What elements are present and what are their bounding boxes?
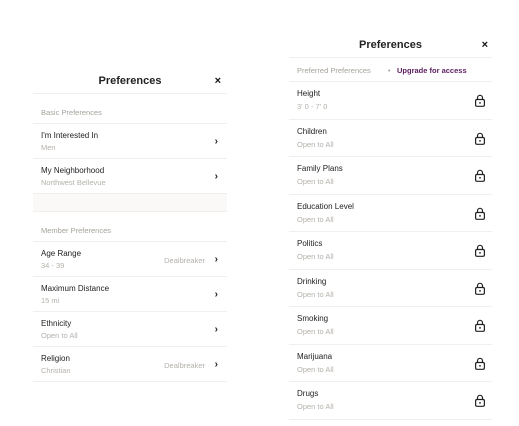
- pref-row-interested-in[interactable]: I'm Interested In Men ›: [33, 124, 227, 159]
- pref-name: Family Plans: [297, 164, 343, 173]
- locked-pref-row-education-level[interactable]: Education Level Open to All: [289, 195, 492, 232]
- section-label: Basic Preferences: [41, 108, 102, 117]
- pref-name: Smoking: [297, 314, 329, 323]
- panel-header: Preferences ×: [289, 32, 492, 58]
- pref-name: Height: [297, 89, 321, 98]
- pref-name: Marijuana: [297, 351, 333, 361]
- chevron-right-icon: ›: [214, 324, 218, 335]
- pref-row-ethnicity[interactable]: Ethnicity Open to All ›: [33, 312, 227, 347]
- pref-name: Drugs: [297, 389, 319, 398]
- pref-value: 34 - 39: [41, 261, 65, 270]
- pref-name: Age Range: [41, 249, 82, 258]
- lock-icon: [474, 207, 486, 220]
- pref-value: 15 mi: [41, 296, 60, 305]
- close-icon[interactable]: ×: [482, 39, 488, 51]
- pref-value: Christian: [41, 366, 71, 375]
- basic-preferences-section: Basic Preferences: [33, 94, 227, 124]
- lock-icon: [474, 282, 486, 295]
- chevron-right-icon: ›: [214, 136, 218, 147]
- close-icon[interactable]: ×: [215, 75, 221, 87]
- locked-pref-row-family-plans[interactable]: Family Plans Open to All: [289, 157, 492, 195]
- pref-row-religion[interactable]: Religion Christian Dealbreaker ›: [33, 347, 227, 382]
- pref-value: Open to All: [297, 327, 334, 336]
- pref-name: Drinking: [297, 276, 327, 286]
- pref-name: Ethnicity: [41, 319, 72, 328]
- chevron-right-icon: ›: [214, 289, 218, 300]
- locked-pref-row-drugs[interactable]: Drugs Open to All: [289, 382, 492, 420]
- section-label: Preferred Preferences: [297, 66, 371, 75]
- dealbreaker-label: Dealbreaker: [164, 256, 205, 265]
- pref-name: I'm Interested In: [41, 131, 99, 140]
- section-label: Member Preferences: [41, 226, 112, 235]
- member-preferences-section: Member Preferences: [33, 212, 227, 242]
- pref-name: Maximum Distance: [41, 284, 110, 293]
- pref-value: Northwest Bellevue: [41, 178, 106, 187]
- page-title: Preferences: [98, 75, 162, 87]
- preferred-preferences-header: Preferred Preferences • Upgrade for acce…: [289, 58, 492, 82]
- pref-row-maximum-distance[interactable]: Maximum Distance 15 mi ›: [33, 277, 227, 312]
- chevron-right-icon: ›: [214, 171, 218, 182]
- pref-value: Open to All: [297, 177, 334, 186]
- pref-row-neighborhood[interactable]: My Neighborhood Northwest Bellevue ›: [33, 159, 227, 194]
- pref-name: Politics: [297, 239, 323, 248]
- pref-value: Open to All: [297, 139, 334, 149]
- locked-pref-row-height[interactable]: Height 3' 0 - 7' 0: [289, 82, 492, 120]
- pref-value: Open to All: [297, 214, 334, 224]
- pref-name: Children: [297, 126, 327, 136]
- lock-icon: [474, 394, 486, 407]
- lock-icon: [474, 357, 486, 370]
- lock-icon: [474, 319, 486, 332]
- locked-pref-row-children[interactable]: Children Open to All: [289, 120, 492, 157]
- pref-value: Open to All: [41, 331, 78, 340]
- lock-icon: [474, 244, 486, 257]
- pref-row-age-range[interactable]: Age Range 34 - 39 Dealbreaker ›: [33, 242, 227, 277]
- panel-header: Preferences ×: [33, 66, 227, 94]
- pref-name: My Neighborhood: [41, 166, 105, 175]
- locked-pref-row-drinking[interactable]: Drinking Open to All: [289, 270, 492, 307]
- pref-value: Open to All: [297, 252, 334, 261]
- locked-preferences-list: Height 3' 0 - 7' 0 Children Open to All Fa…: [289, 82, 492, 420]
- chevron-right-icon: ›: [214, 359, 218, 370]
- preferences-panel-left: Preferences × Basic Preferences I'm Inte…: [33, 66, 227, 382]
- section-divider: [33, 194, 227, 212]
- lock-icon: [474, 169, 486, 182]
- lock-icon: [474, 94, 486, 107]
- pref-name: Religion: [41, 354, 70, 363]
- locked-pref-row-politics[interactable]: Politics Open to All: [289, 232, 492, 270]
- page-title: Preferences: [359, 39, 422, 51]
- pref-name: Education Level: [297, 201, 354, 211]
- preferences-panel-right: Preferences × Preferred Preferences • Up…: [289, 32, 492, 420]
- pref-value: Open to All: [297, 402, 334, 411]
- pref-value: Open to All: [297, 289, 334, 299]
- upgrade-link[interactable]: Upgrade for access: [397, 66, 467, 75]
- pref-value: 3' 0 - 7' 0: [297, 102, 328, 111]
- locked-pref-row-smoking[interactable]: Smoking Open to All: [289, 307, 492, 345]
- lock-icon: [474, 132, 486, 145]
- dealbreaker-label: Dealbreaker: [164, 361, 205, 370]
- pref-value: Men: [41, 143, 56, 152]
- separator-dot: •: [388, 66, 391, 75]
- locked-pref-row-marijuana[interactable]: Marijuana Open to All: [289, 345, 492, 382]
- pref-value: Open to All: [297, 364, 334, 374]
- chevron-right-icon: ›: [214, 254, 218, 265]
